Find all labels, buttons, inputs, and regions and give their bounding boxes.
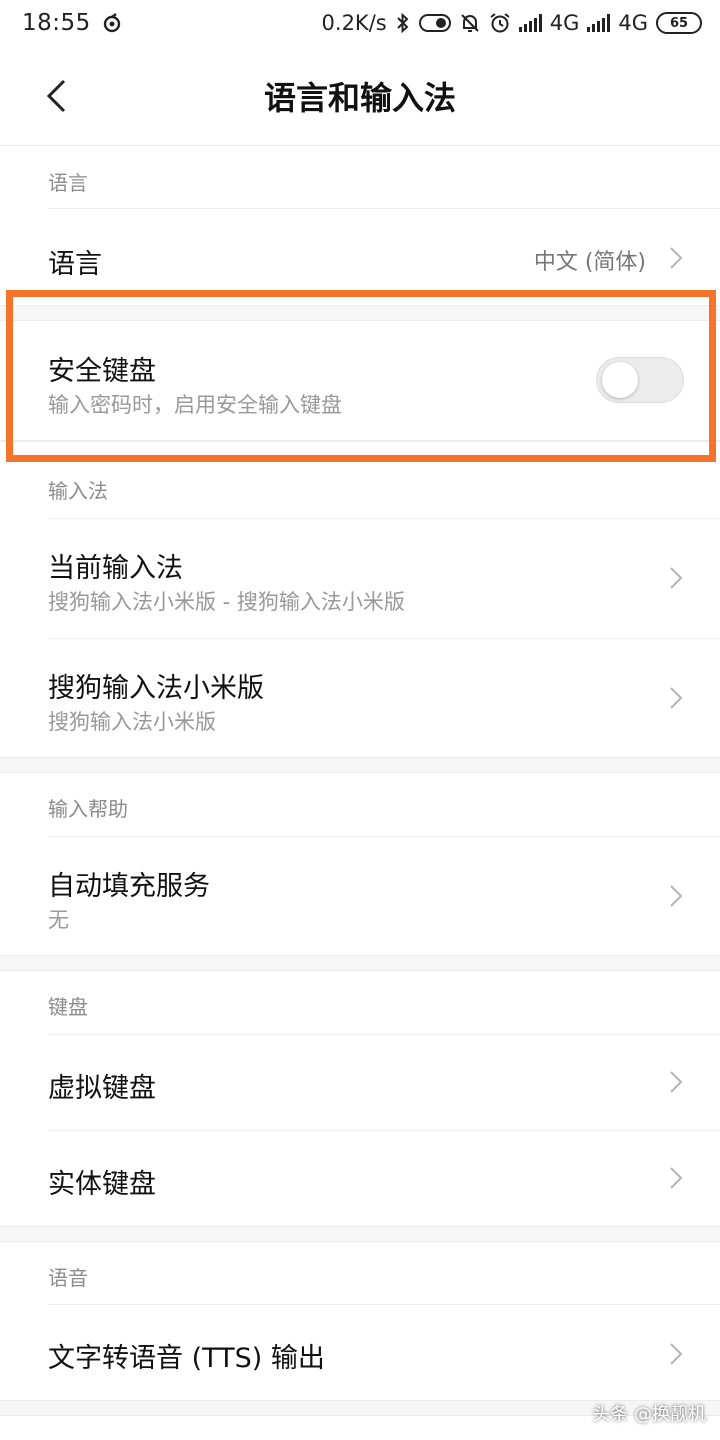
section-header-keyboard: 键盘	[48, 995, 88, 1019]
row-subtitle: 无	[48, 908, 69, 932]
row-subtitle: 搜狗输入法小米版	[48, 710, 216, 734]
row-title: 虚拟键盘	[48, 1073, 156, 1104]
row-title: 搜狗输入法小米版	[48, 673, 264, 704]
row-title: 安全键盘	[48, 356, 156, 387]
alarm-icon	[489, 12, 511, 34]
toggle-status-icon	[418, 13, 451, 33]
language-row[interactable]: 语言 中文 (简体)	[0, 209, 720, 309]
bluetooth-icon	[395, 12, 411, 34]
status-time: 18:55	[22, 10, 91, 36]
mute-bell-icon	[459, 12, 481, 34]
tts-output-row[interactable]: 文字转语音 (TTS) 输出	[0, 1305, 720, 1400]
section-header-speech: 语音	[48, 1266, 88, 1290]
secure-keyboard-toggle[interactable]	[596, 357, 684, 403]
network-type-1: 4G	[549, 11, 580, 35]
chevron-right-icon	[666, 1163, 686, 1193]
row-title: 文字转语音 (TTS) 输出	[48, 1343, 325, 1374]
row-subtitle: 搜狗输入法小米版 - 搜狗输入法小米版	[48, 590, 405, 614]
section-gap	[0, 1226, 720, 1242]
row-title: 自动填充服务	[48, 871, 210, 902]
watermark: 头条 @换靓机	[592, 1404, 706, 1425]
language-value: 中文 (简体)	[533, 250, 646, 275]
section-header-language: 语言	[48, 171, 88, 195]
network-type-2: 4G	[618, 11, 648, 35]
physical-keyboard-row[interactable]: 实体键盘	[0, 1131, 720, 1226]
status-bar: 18:55 0.2K/s 4G 4G 65	[0, 0, 720, 46]
page-title: 语言和输入法	[263, 78, 456, 117]
toggle-knob	[602, 362, 638, 398]
section-header-input-help: 输入帮助	[48, 797, 128, 821]
autofill-service-row[interactable]: 自动填充服务 无	[0, 837, 720, 955]
row-title: 当前输入法	[48, 553, 183, 584]
section-header-input-method: 输入法	[48, 479, 108, 503]
row-title: 实体键盘	[48, 1169, 156, 1200]
signal-strength-icon-2	[587, 14, 611, 32]
chevron-right-icon	[666, 563, 686, 593]
virtual-keyboard-row[interactable]: 虚拟键盘	[0, 1035, 720, 1130]
chevron-right-icon	[666, 1339, 686, 1369]
signal-strength-icon-1	[518, 14, 542, 32]
row-subtitle: 输入密码时，启用安全输入键盘	[48, 393, 342, 417]
app-notification-icon	[101, 12, 123, 34]
chevron-right-icon	[666, 683, 686, 713]
title-bar: 语言和输入法	[0, 46, 720, 146]
section-gap	[0, 440, 720, 442]
current-input-method-row[interactable]: 当前输入法 搜狗输入法小米版 - 搜狗输入法小米版	[0, 519, 720, 637]
back-arrow-icon	[46, 79, 66, 113]
row-title: 语言	[48, 249, 102, 280]
chevron-right-icon	[666, 243, 686, 273]
section-gap	[0, 305, 720, 321]
network-speed: 0.2K/s	[321, 11, 387, 35]
chevron-right-icon	[666, 1067, 686, 1097]
section-gap	[0, 955, 720, 971]
battery-icon: 65	[656, 12, 702, 34]
chevron-right-icon	[666, 881, 686, 911]
back-button[interactable]	[34, 74, 78, 118]
sogou-input-method-row[interactable]: 搜狗输入法小米版 搜狗输入法小米版	[0, 639, 720, 757]
section-gap	[0, 757, 720, 773]
